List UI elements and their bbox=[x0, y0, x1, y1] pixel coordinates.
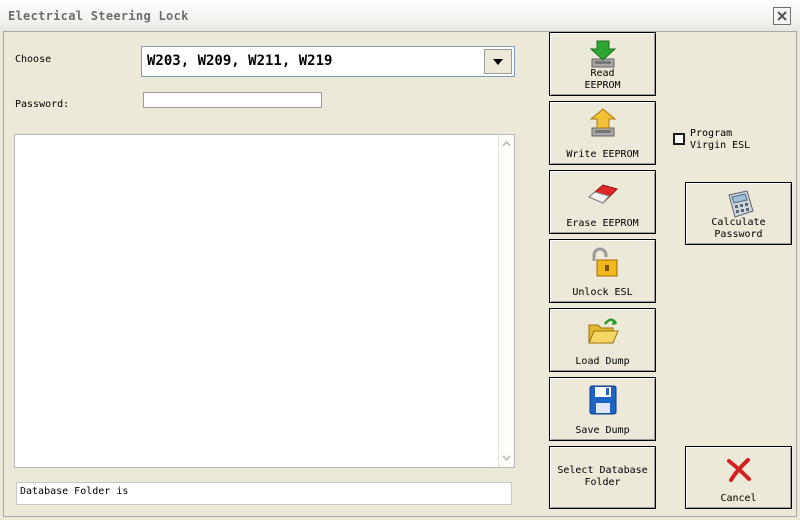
chevron-up-icon bbox=[502, 141, 511, 147]
load-dump-label: Load Dump bbox=[575, 356, 630, 367]
password-input[interactable] bbox=[143, 92, 322, 108]
read-eeprom-button[interactable]: Read EEPROM bbox=[549, 32, 656, 96]
database-folder-field: Database Folder is bbox=[16, 482, 512, 505]
program-virgin-esl-label[interactable]: Program Virgin ESL bbox=[690, 128, 750, 152]
scroll-up-button[interactable] bbox=[500, 137, 513, 151]
unlock-esl-button[interactable]: Unlock ESL bbox=[549, 239, 656, 303]
log-scrollbar[interactable] bbox=[498, 135, 514, 467]
choose-label: Choose bbox=[15, 54, 52, 65]
eraser-icon bbox=[587, 184, 618, 204]
select-database-folder-label: Select Database Folder bbox=[557, 465, 648, 488]
erase-eeprom-button[interactable]: Erase EEPROM bbox=[549, 170, 656, 234]
database-folder-text: Database Folder is bbox=[20, 486, 129, 497]
select-database-folder-button[interactable]: Select Database Folder bbox=[549, 446, 656, 509]
erase-eeprom-label: Erase EEPROM bbox=[566, 218, 639, 229]
write-eeprom-label: Write EEPROM bbox=[566, 149, 639, 160]
floppy-disk-icon bbox=[589, 385, 616, 415]
select-dropdown-button[interactable] bbox=[484, 49, 512, 74]
red-x-icon bbox=[726, 458, 751, 482]
cancel-label: Cancel bbox=[720, 493, 757, 504]
chevron-down-icon bbox=[493, 58, 503, 65]
calculate-password-label: Calculate Password bbox=[711, 217, 766, 240]
scroll-down-button[interactable] bbox=[500, 451, 513, 465]
chevron-down-icon bbox=[502, 455, 511, 461]
close-button[interactable] bbox=[773, 7, 791, 25]
padlock-open-icon bbox=[592, 247, 617, 277]
calculate-password-button[interactable]: Calculate Password bbox=[685, 182, 792, 245]
calculator-icon bbox=[727, 190, 754, 218]
cancel-button[interactable]: Cancel bbox=[685, 446, 792, 509]
folder-open-icon bbox=[587, 318, 619, 344]
load-dump-button[interactable]: Load Dump bbox=[549, 308, 656, 372]
model-select[interactable]: W203, W209, W211, W219 bbox=[141, 46, 515, 77]
read-eeprom-label: Read EEPROM bbox=[584, 68, 621, 91]
program-virgin-esl-checkbox[interactable] bbox=[673, 133, 685, 145]
title-bar[interactable]: Electrical Steering Lock bbox=[0, 0, 800, 32]
esl-window: Electrical Steering Lock Choose W203, W2… bbox=[0, 0, 800, 520]
password-label: Password: bbox=[15, 99, 70, 110]
save-dump-button[interactable]: Save Dump bbox=[549, 377, 656, 441]
window-title: Electrical Steering Lock bbox=[8, 9, 189, 23]
model-select-value: W203, W209, W211, W219 bbox=[147, 53, 333, 69]
output-log[interactable] bbox=[14, 134, 515, 468]
close-icon bbox=[777, 11, 787, 21]
download-chip-icon bbox=[589, 40, 616, 68]
save-dump-label: Save Dump bbox=[575, 425, 630, 436]
upload-chip-icon bbox=[589, 108, 616, 137]
unlock-esl-label: Unlock ESL bbox=[572, 287, 633, 298]
write-eeprom-button[interactable]: Write EEPROM bbox=[549, 101, 656, 165]
